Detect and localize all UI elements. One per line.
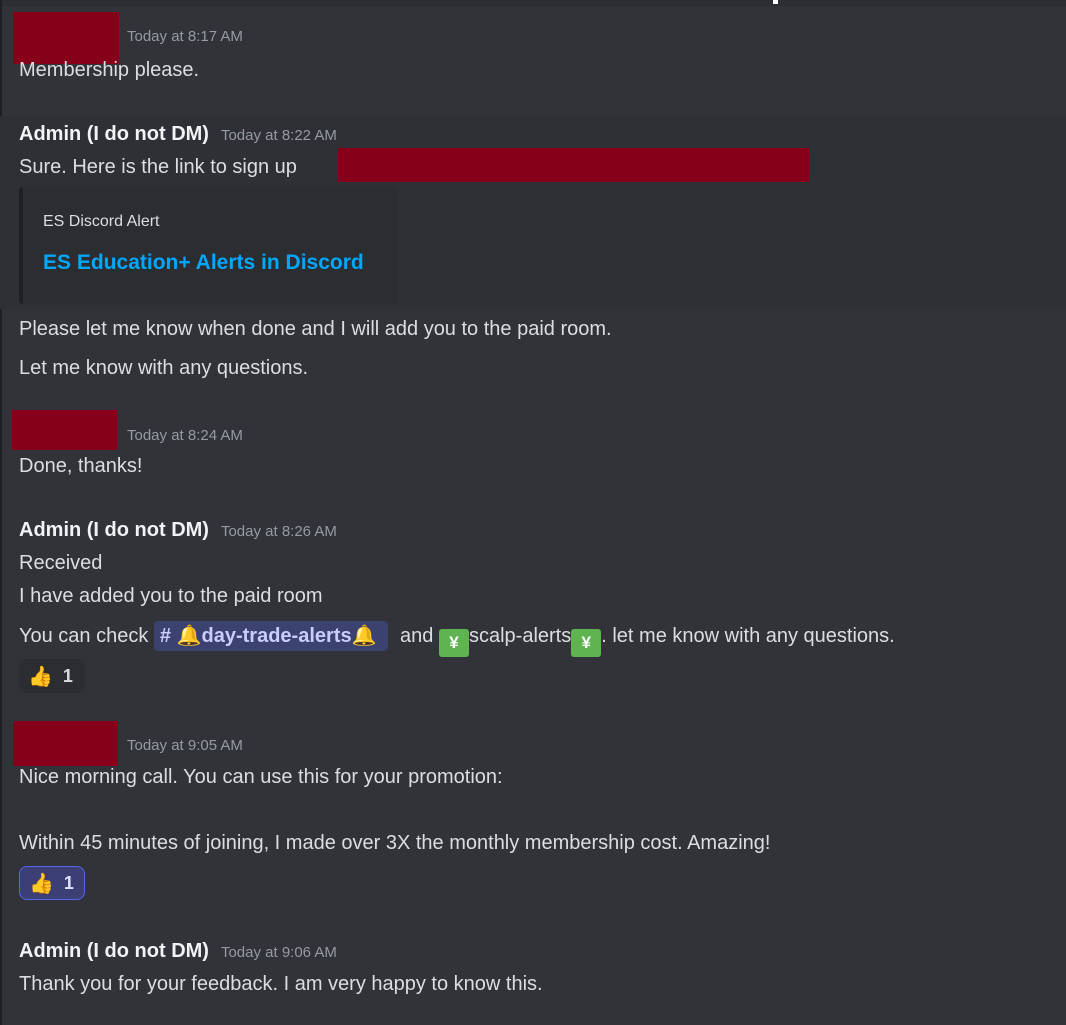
author-name[interactable]: Admin (I do not DM) [19,123,209,146]
message-text: Please let me know when done and I will … [19,318,612,340]
message-header: Today at 9:05 AM [127,737,243,761]
message-text: Nice morning call. You can use this for … [19,766,503,788]
channel-link-scalp-alerts[interactable]: scalp-alerts [469,625,571,647]
message-text: Within 45 minutes of joining, I made ove… [19,832,771,854]
message-group-2-content: Admin (I do not DM) Today at 8:22 AM Sur… [0,0,1066,400]
embed-title-link[interactable]: ES Education+ Alerts in Discord [43,251,364,275]
reaction-count: 1 [63,872,74,893]
hash-icon: # [159,625,172,647]
redacted-link [338,148,809,182]
thumbs-up-icon: 👍 [28,665,53,688]
message-group-5: Today at 9:05 AM Nice morning call. You … [0,710,1066,910]
message-text: Thank you for your feedback. I am very h… [19,973,543,995]
timestamp: Today at 8:26 AM [220,523,337,540]
timestamp: Today at 9:06 AM [220,944,337,961]
reaction-thumbs-up-active[interactable]: 👍 1 [19,866,85,900]
message-text: and [400,625,434,647]
message-text: Received [19,552,103,574]
reaction-count: 1 [62,665,73,686]
message-header: Today at 8:24 AM [127,427,243,451]
yen-chart-icon: ¥ [571,629,602,657]
message-header: Admin (I do not DM) Today at 8:22 AM [19,123,337,147]
embed-provider: ES Discord Alert [43,213,160,230]
channel-mentions-line: You can check # 🔔day-trade-alerts🔔 and ¥… [19,620,895,657]
redacted-username [12,410,117,450]
timestamp: Today at 8:24 AM [127,427,243,444]
message-text: . let me know with any questions. [601,625,895,647]
author-name[interactable]: Admin (I do not DM) [19,940,209,963]
message-text: You can check [19,625,149,647]
redacted-username [13,721,118,766]
bell-icon: 🔔 [351,625,377,647]
link-embed: ES Discord Alert ES Education+ Alerts in… [19,187,399,304]
message-text: Sure. Here is the link to sign up [19,156,297,178]
timestamp: Today at 8:22 AM [220,127,337,144]
message-text: I have added you to the paid room [19,585,323,607]
channel-name: day-trade-alerts [201,625,352,647]
author-name[interactable]: Admin (I do not DM) [19,519,209,542]
reaction-thumbs-up[interactable]: 👍 1 [19,659,85,693]
bell-icon: 🔔 [176,625,202,647]
message-group-4: Admin (I do not DM) Today at 8:26 AM Rec… [0,505,1066,705]
message-text: Let me know with any questions. [19,357,309,379]
channel-mention-day-trade-alerts[interactable]: # 🔔day-trade-alerts🔔 [153,621,389,651]
timestamp: Today at 9:05 AM [127,737,243,754]
message-group-6: Admin (I do not DM) Today at 9:06 AM Tha… [0,925,1066,1025]
yen-chart-icon: ¥ [438,629,469,657]
message-header: Admin (I do not DM) Today at 9:06 AM [19,940,337,964]
thumbs-up-icon: 👍 [29,872,54,895]
message-group-3: Today at 8:24 AM Done, thanks! [0,400,1066,500]
message-header: Admin (I do not DM) Today at 8:26 AM [19,519,337,543]
message-text: Done, thanks! [19,455,143,477]
